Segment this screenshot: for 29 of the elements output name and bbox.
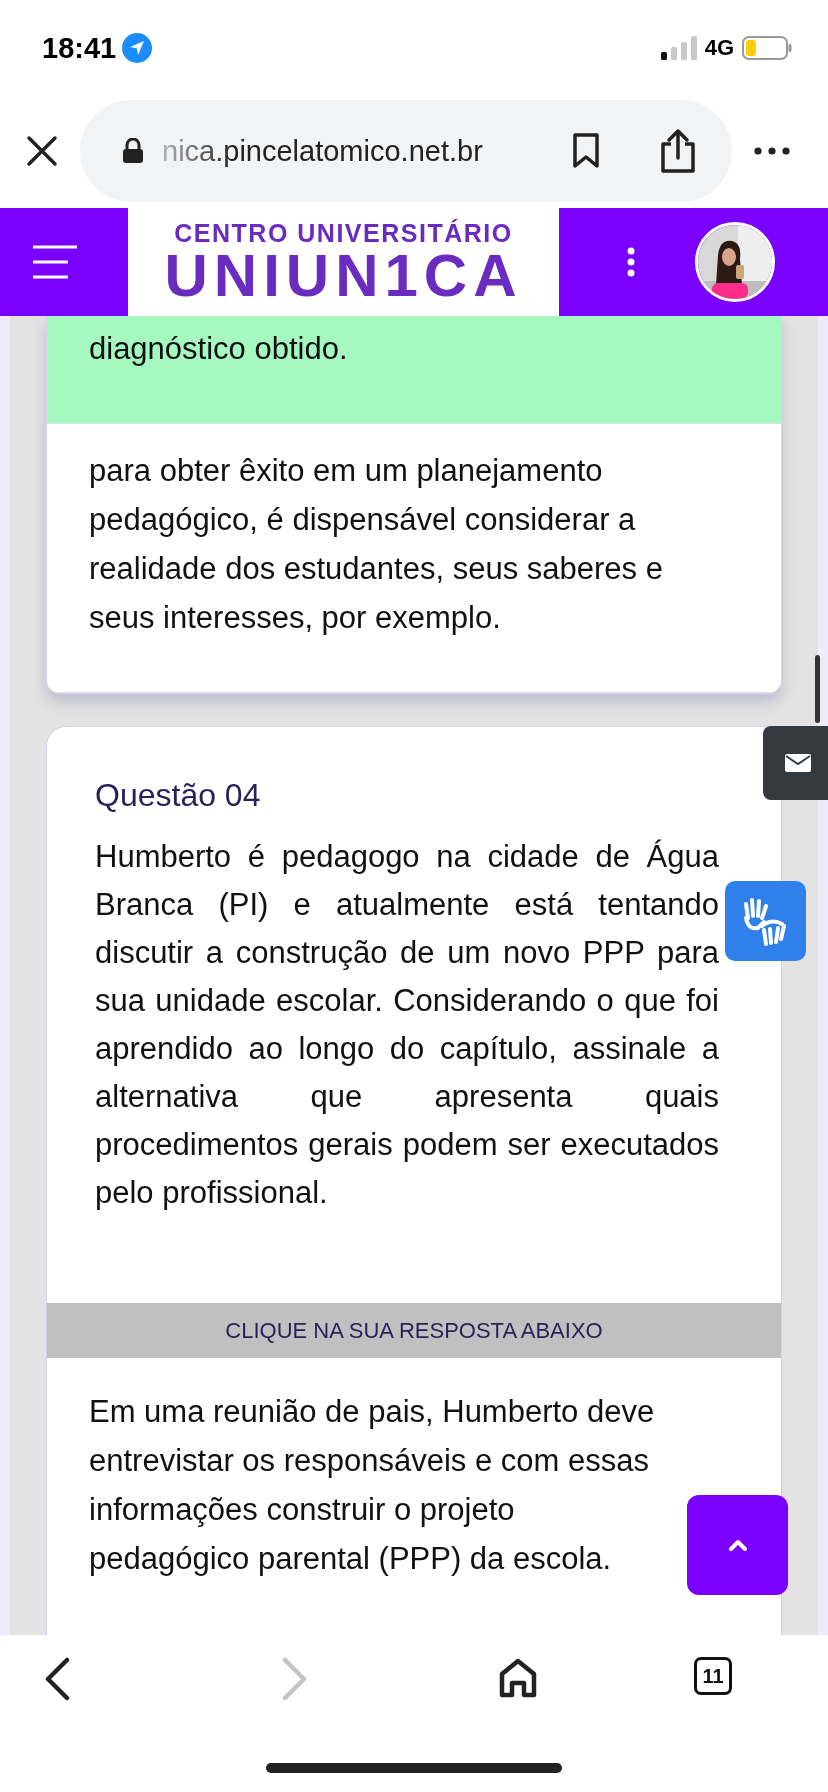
instruction-bar: CLIQUE NA SUA RESPOSTA ABAIXO — [47, 1303, 781, 1358]
lock-icon — [122, 138, 144, 164]
chevron-up-icon — [727, 1539, 748, 1551]
answer-option[interactable]: diagnóstico obtido. — [47, 316, 781, 424]
home-button[interactable] — [498, 1657, 538, 1699]
battery-icon — [742, 36, 792, 60]
scrollbar[interactable] — [815, 655, 820, 723]
menu-button[interactable] — [32, 245, 78, 279]
logo[interactable]: CENTRO UNIVERSITÁRIO UNIUN1CA — [128, 208, 559, 316]
logo-wordmark: UNIUN1CA — [164, 247, 523, 305]
logo-subtitle: CENTRO UNIVERSITÁRIO — [174, 219, 513, 247]
signal-icon — [660, 36, 697, 60]
more-button[interactable] — [754, 147, 790, 155]
share-button[interactable] — [658, 128, 698, 174]
back-button[interactable] — [44, 1657, 70, 1701]
mail-button[interactable] — [763, 726, 828, 800]
question-title: Questão 04 — [94, 776, 262, 815]
kebab-menu-button[interactable] — [627, 247, 635, 277]
answer-option[interactable]: para obter êxito em um planejamento pedagógico, é dispensável considerar a realidade dos estudantes, seus saberes e seus interesses, por exemplo. — [47, 424, 781, 693]
close-button[interactable] — [26, 135, 58, 167]
bookmark-button[interactable] — [572, 133, 600, 169]
network-label: 4G — [704, 35, 734, 61]
tabs-button[interactable]: 11 — [694, 1657, 732, 1695]
address-bar[interactable]: nica.pincelatomico.net.br — [80, 100, 732, 202]
clock-time: 18:41 — [42, 31, 117, 65]
url-text: nica.pincelatomico.net.br — [162, 134, 484, 168]
mail-icon — [785, 754, 811, 772]
question-text: Humberto é pedagogo na cidade de Água Branca (PI) e atualmente está tentando discutir a construção de um novo PPP para sua unidade escolar. Considerando o que foi aprendido ao longo do capítulo, assinale a alternativa que apresenta quais procedimentos gerais podem ser executados pelo profissional. — [95, 838, 719, 1212]
sign-language-button[interactable] — [725, 881, 806, 961]
